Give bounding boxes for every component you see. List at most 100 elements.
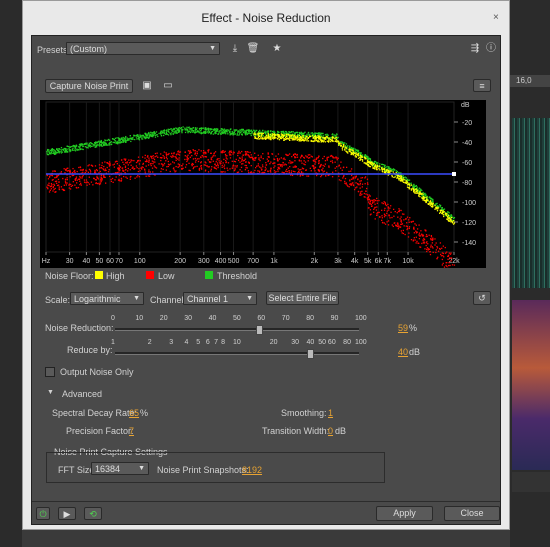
favorite-star-icon[interactable]: ★	[270, 43, 284, 55]
fft-size-dropdown[interactable]: 16384 ▼	[91, 462, 149, 475]
high-noise-floor-point	[283, 139, 285, 141]
low-noise-floor-point	[80, 184, 83, 186]
low-noise-floor-point	[406, 227, 409, 229]
threshold-noise-floor-point	[317, 133, 319, 135]
noise-reduction-slider-thumb[interactable]	[255, 325, 263, 335]
threshold-noise-floor-point	[114, 140, 117, 142]
low-noise-floor-point	[408, 232, 410, 234]
threshold-noise-floor-point	[369, 158, 372, 160]
graph-menu-button[interactable]: ≡	[473, 79, 491, 92]
low-noise-floor-point	[353, 188, 356, 191]
spectral-decay-value[interactable]: 65	[129, 408, 139, 418]
low-noise-floor-point	[272, 162, 274, 165]
threshold-noise-floor-point	[234, 133, 236, 135]
low-noise-floor-point	[200, 164, 203, 167]
high-noise-floor-point	[324, 141, 327, 143]
channel-dropdown[interactable]: Channel 1 ▼	[183, 292, 257, 305]
play-icon[interactable]: ▶	[58, 507, 76, 520]
low-noise-floor-point	[370, 199, 372, 201]
high-noise-floor-point	[398, 175, 401, 178]
precision-factor-value[interactable]: 7	[129, 426, 134, 436]
noise-graph[interactable]: Hz 30 40 50 60 70 100 200 300 400 500 700 1k 2k 3k 4k 5k…	[40, 100, 486, 273]
reset-icon[interactable]: ↺	[473, 291, 491, 305]
noise-reduction-value[interactable]: 59	[398, 323, 408, 333]
low-noise-floor-point	[342, 175, 345, 178]
advanced-toggle-icon[interactable]: ▼	[47, 389, 54, 396]
threshold-noise-floor-point	[92, 145, 94, 147]
low-noise-floor-point	[47, 188, 49, 190]
close-window-button[interactable]: ×	[493, 12, 499, 23]
info-icon[interactable]: ⓘ	[484, 43, 498, 55]
threshold-noise-floor-point	[383, 165, 386, 168]
low-noise-floor-point	[173, 162, 175, 164]
low-noise-floor-point	[133, 159, 135, 162]
threshold-noise-floor-point	[49, 149, 52, 152]
save-preset-icon[interactable]: ⤓	[228, 43, 242, 55]
apply-button[interactable]: Apply	[376, 506, 433, 521]
low-noise-floor-point	[142, 162, 145, 165]
low-noise-floor-point	[289, 159, 291, 162]
low-noise-floor-point	[273, 170, 276, 172]
high-noise-floor-point	[262, 133, 264, 135]
precision-factor-label: Precision Factor:	[66, 426, 134, 436]
loop-icon[interactable]: ⟲	[84, 507, 102, 520]
scale-dropdown[interactable]: Logarithmic ▼	[70, 292, 144, 305]
low-noise-floor-point	[440, 255, 443, 257]
high-noise-floor-point	[320, 141, 322, 143]
reduce-by-slider[interactable]	[115, 352, 359, 355]
open-folder-icon[interactable]: ▭	[161, 80, 175, 92]
low-noise-floor-point	[124, 166, 127, 169]
low-noise-floor-point	[360, 191, 362, 193]
low-noise-floor-point	[430, 234, 433, 237]
threshold-noise-floor-point	[167, 128, 169, 130]
low-noise-floor-point	[381, 209, 383, 212]
low-noise-floor-point	[237, 152, 239, 154]
low-noise-floor-point	[407, 236, 410, 238]
low-noise-floor-point	[277, 160, 279, 162]
noise-reduction-slider[interactable]	[115, 328, 359, 331]
threshold-noise-floor-point	[76, 148, 78, 150]
threshold-noise-floor-point	[148, 131, 150, 134]
low-noise-floor-point	[123, 175, 125, 178]
reduce-by-value[interactable]: 40	[398, 347, 408, 357]
low-noise-floor-point	[235, 158, 237, 161]
delete-preset-icon[interactable]: 🗑	[246, 43, 260, 55]
threshold-noise-floor-point	[79, 145, 81, 148]
threshold-noise-floor-point	[229, 130, 231, 132]
slider-tick-label: 80	[343, 339, 351, 346]
low-noise-floor-point	[154, 152, 157, 155]
low-noise-floor-point	[355, 176, 357, 178]
low-noise-floor-point	[313, 167, 315, 169]
routing-icon[interactable]: ⇶	[468, 43, 482, 55]
low-noise-floor-point	[332, 156, 334, 158]
output-noise-only-checkbox[interactable]	[45, 367, 55, 377]
power-toggle-icon[interactable]: ⏻	[36, 507, 50, 520]
low-noise-floor-point	[74, 184, 76, 186]
low-noise-floor-point	[182, 167, 184, 169]
transition-width-value[interactable]: 0	[328, 426, 333, 436]
low-noise-floor-point	[76, 182, 78, 184]
threshold-noise-floor-point	[220, 129, 222, 131]
presets-dropdown[interactable]: (Custom) ▼	[66, 42, 220, 55]
low-noise-floor-point	[79, 169, 82, 171]
save-noise-print-icon[interactable]: ▣	[140, 80, 154, 92]
threshold-noise-floor-point	[56, 148, 58, 150]
low-noise-floor-point	[372, 201, 374, 203]
low-noise-floor-point	[421, 233, 423, 235]
capture-noise-print-button[interactable]: Capture Noise Print	[45, 79, 133, 93]
high-noise-floor-point	[428, 203, 430, 205]
high-noise-floor-point	[416, 189, 419, 192]
snapshots-value[interactable]: 8192	[242, 465, 262, 475]
close-button[interactable]: Close	[444, 506, 500, 521]
low-noise-floor-point	[381, 202, 383, 204]
reduce-by-slider-thumb[interactable]	[307, 349, 315, 359]
low-noise-floor-point	[360, 177, 362, 179]
freq-tick-label: 22k	[448, 258, 460, 265]
smoothing-value[interactable]: 1	[328, 408, 333, 418]
advanced-label[interactable]: Advanced	[62, 389, 102, 399]
threshold-noise-floor-point	[223, 130, 225, 132]
high-noise-floor-point	[323, 140, 325, 142]
threshold-noise-floor-point	[108, 143, 110, 145]
select-entire-file-button[interactable]: Select Entire File	[266, 291, 339, 305]
freq-tick-label: 400	[215, 258, 227, 265]
